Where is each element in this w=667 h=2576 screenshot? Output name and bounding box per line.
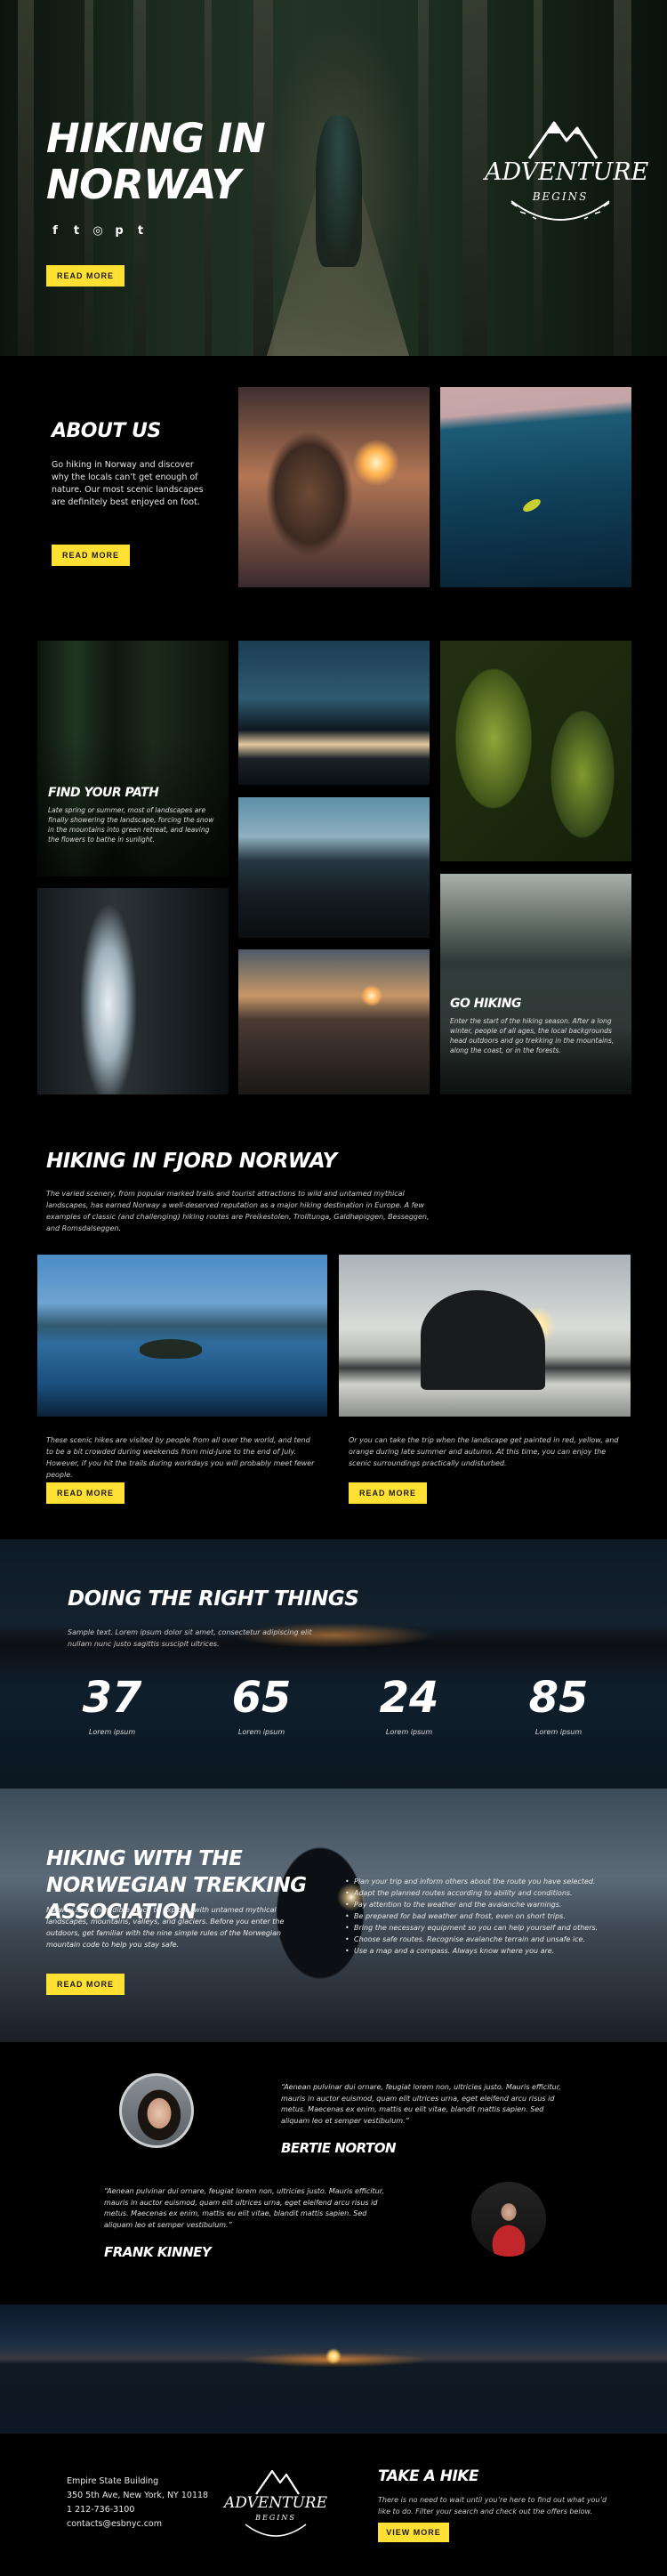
swimmer-image	[440, 387, 631, 587]
footer: Empire State Building 350 5th Ave, New Y…	[0, 2434, 667, 2576]
hero-section: HIKING IN NORWAY f t ◎ p t READ MORE ADV…	[0, 0, 667, 356]
fjord-section: HIKING IN FJORD NORWAY The varied scener…	[0, 1121, 667, 1539]
stat-number: 24	[379, 1673, 439, 1723]
stat-label: Lorem ipsum	[534, 1728, 583, 1736]
stats-section: DOING THE RIGHT THINGS Sample text. Lore…	[0, 1539, 667, 1789]
stat-number: 65	[231, 1673, 292, 1723]
about-title: ABOUT US	[52, 420, 161, 442]
list-item: Bring the necessary equipment so you can…	[345, 1922, 612, 1934]
hero-title: HIKING IN NORWAY	[46, 115, 266, 208]
phone-number: 1 212-736-3100	[67, 2505, 135, 2515]
fjord-title: HIKING IN FJORD NORWAY	[46, 1150, 337, 1173]
mountain-ridge-image	[238, 797, 430, 938]
stats-intro: Sample text. Lorem ipsum dolor sit amet,…	[68, 1628, 312, 1648]
sunset-banner-image	[0, 2305, 667, 2434]
hiker-image	[316, 116, 362, 267]
stat-label: Lorem ipsum	[385, 1728, 433, 1736]
testimonial-quote: “Aenean pulvinar dui ornare, feugiat lor…	[104, 2187, 384, 2229]
stat-label: Lorem ipsum	[237, 1728, 285, 1736]
leaves-image	[440, 641, 631, 861]
list-item: Plan your trip and inform others about t…	[345, 1876, 612, 1887]
gallery-section: FIND YOUR PATH Late spring or summer, mo…	[0, 623, 667, 1121]
logo-word: ADVENTURE	[485, 158, 649, 186]
swimmer-figure	[520, 497, 543, 514]
island-shape	[140, 1339, 202, 1359]
trekking-association-section: HIKING WITH THE NORWEGIAN TREKKING ASSOC…	[0, 1789, 667, 2042]
avatar	[119, 2073, 194, 2148]
go-hiking-text: Enter the start of the hiking season. Af…	[450, 1017, 615, 1054]
hero-read-more-button[interactable]: READ MORE	[46, 265, 125, 287]
testimonial-author: FRANK KINNEY	[104, 2244, 212, 2260]
logo-word: ADVENTURE	[223, 2494, 328, 2512]
stat-number: 37	[82, 1673, 142, 1723]
testimonial-quote: “Aenean pulvinar dui ornare, feugiat lor…	[281, 2083, 561, 2125]
footer-title: TAKE A HIKE	[378, 2467, 479, 2485]
view-more-button[interactable]: VIEW MORE	[378, 2523, 449, 2542]
crater-lake-image	[37, 1255, 327, 1417]
list-item: Be prepared for bad weather and frost, e…	[345, 1910, 612, 1922]
find-path-text: Late spring or summer, most of landscape…	[48, 806, 214, 844]
testimonials-section: “Aenean pulvinar dui ornare, feugiat lor…	[0, 2042, 667, 2305]
address-line: 350 5th Ave, New York, NY 10118	[67, 2491, 209, 2500]
fjord-intro: The varied scenery, from popular marked …	[46, 1190, 430, 1232]
haystack-rock-image	[339, 1255, 631, 1417]
stat-item: 37 Lorem ipsum	[59, 1673, 165, 1736]
stats-title: DOING THE RIGHT THINGS	[68, 1587, 359, 1611]
adventure-logo: ADVENTURE BEGINS	[485, 105, 649, 247]
footer-adventure-logo: ADVENTURE BEGINS	[224, 2460, 327, 2549]
avatar	[471, 2182, 546, 2257]
social-links: f t ◎ p t	[49, 224, 147, 238]
about-read-more-button[interactable]: READ MORE	[52, 545, 130, 566]
address-line: Empire State Building	[67, 2476, 159, 2486]
stat-number: 85	[528, 1673, 589, 1723]
fjord-read-more-button-1[interactable]: READ MORE	[46, 1482, 125, 1504]
sunset-peaks-image	[238, 949, 430, 1094]
list-item: Use a map and a compass. Always know whe…	[345, 1945, 612, 1957]
testimonial-author: BERTIE NORTON	[281, 2140, 397, 2156]
pinterest-icon[interactable]: p	[113, 224, 125, 238]
list-item: Pay attention to the weather and the ava…	[345, 1899, 612, 1910]
about-section: ABOUT US Go hiking in Norway and discove…	[0, 356, 667, 623]
lake-stones-image	[440, 874, 631, 1094]
rock-shape	[421, 1290, 545, 1390]
fjord-col1-text: These scenic hikes are visited by people…	[46, 1436, 315, 1479]
fjord-col2-text: Or you can take the trip when the landsc…	[349, 1436, 619, 1467]
about-text: Go hiking in Norway and discover why the…	[52, 460, 204, 507]
stat-item: 85 Lorem ipsum	[505, 1673, 612, 1736]
nta-intro: Norway is an incredible place to explore…	[46, 1906, 285, 1949]
list-item: Choose safe routes. Recognise avalanche …	[345, 1934, 612, 1945]
find-path-title: FIND YOUR PATH	[48, 786, 159, 800]
footer-address: Empire State Building 350 5th Ave, New Y…	[67, 2475, 208, 2532]
logo-subtitle: BEGINS	[255, 2514, 296, 2522]
email-link[interactable]: contacts@esbnyc.com	[67, 2517, 208, 2532]
facebook-icon[interactable]: f	[49, 224, 61, 238]
clouds-valley-image	[238, 641, 430, 785]
stat-item: 24 Lorem ipsum	[356, 1673, 462, 1736]
footer-text: There is no need to wait until you’re he…	[378, 2496, 607, 2515]
stat-item: 65 Lorem ipsum	[208, 1673, 315, 1736]
tumblr-icon[interactable]: t	[134, 224, 147, 238]
go-hiking-title: GO HIKING	[450, 997, 521, 1011]
portrait-image	[238, 387, 430, 587]
waterfall-image	[37, 888, 229, 1094]
mountain-code-list: Plan your trip and inform others about t…	[345, 1876, 612, 1957]
instagram-icon[interactable]: ◎	[92, 224, 104, 238]
nta-read-more-button[interactable]: READ MORE	[46, 1974, 125, 1995]
twitter-icon[interactable]: t	[70, 224, 83, 238]
fjord-read-more-button-2[interactable]: READ MORE	[349, 1482, 427, 1504]
list-item: Adapt the planned routes according to ab…	[345, 1887, 612, 1899]
logo-subtitle: BEGINS	[532, 190, 589, 203]
stat-label: Lorem ipsum	[88, 1728, 136, 1736]
